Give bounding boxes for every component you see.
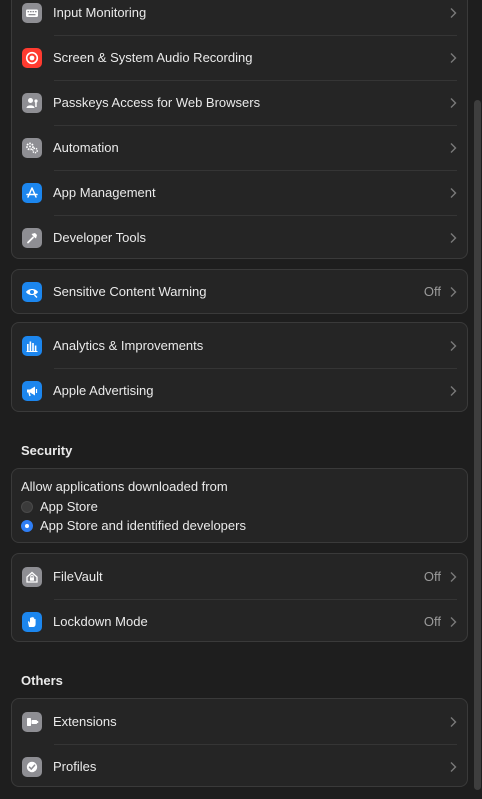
radio-button[interactable] bbox=[21, 519, 33, 532]
privacy-group: Input Monitoring Screen & System Audio R… bbox=[11, 0, 468, 259]
row-label: Apple Advertising bbox=[53, 383, 154, 398]
chevron-right-icon bbox=[449, 716, 457, 728]
row-value: Off bbox=[423, 569, 441, 584]
row-developer-tools[interactable]: Developer Tools bbox=[12, 215, 467, 258]
row-label: Input Monitoring bbox=[53, 5, 147, 20]
keyboard-icon bbox=[22, 2, 42, 23]
row-label: Sensitive Content Warning bbox=[53, 284, 207, 299]
radio-app-store-identified[interactable]: App Store and identified developers bbox=[21, 518, 246, 533]
radio-label: App Store bbox=[40, 499, 98, 514]
row-passkeys-access[interactable]: Passkeys Access for Web Browsers bbox=[12, 80, 467, 125]
row-label: Developer Tools bbox=[53, 230, 146, 245]
row-extensions[interactable]: Extensions bbox=[12, 699, 467, 744]
row-label: Lockdown Mode bbox=[53, 614, 148, 629]
row-label: Automation bbox=[53, 140, 119, 155]
security-section-title: Security bbox=[21, 443, 73, 458]
row-screen-recording[interactable]: Screen & System Audio Recording bbox=[12, 35, 467, 80]
scrollbar[interactable] bbox=[474, 100, 481, 790]
radio-label: App Store and identified developers bbox=[40, 518, 246, 533]
chevron-right-icon bbox=[449, 232, 457, 244]
chevron-right-icon bbox=[449, 340, 457, 352]
row-apple-advertising[interactable]: Apple Advertising bbox=[12, 368, 467, 411]
row-label: App Management bbox=[53, 185, 156, 200]
chevron-right-icon bbox=[449, 616, 457, 628]
chevron-right-icon bbox=[449, 52, 457, 64]
app-store-icon bbox=[22, 182, 42, 203]
row-automation[interactable]: Automation bbox=[12, 125, 467, 170]
chevron-right-icon bbox=[449, 187, 457, 199]
row-profiles[interactable]: Profiles bbox=[12, 744, 467, 786]
bars-icon bbox=[22, 335, 42, 356]
row-filevault[interactable]: FileVault Off bbox=[12, 554, 467, 599]
hand-icon bbox=[22, 611, 42, 632]
row-lockdown-mode[interactable]: Lockdown Mode Off bbox=[12, 599, 467, 641]
others-section-title: Others bbox=[21, 673, 63, 688]
radio-app-store[interactable]: App Store bbox=[21, 499, 98, 514]
gears-icon bbox=[22, 137, 42, 158]
row-value: Off bbox=[423, 284, 441, 299]
chevron-right-icon bbox=[449, 571, 457, 583]
sensitive-content-group: Sensitive Content Warning Off bbox=[11, 269, 468, 314]
security-rows-group: FileVault Off Lockdown Mode Off bbox=[11, 553, 468, 642]
chevron-right-icon bbox=[449, 142, 457, 154]
person-key-icon bbox=[22, 92, 42, 113]
row-sensitive-content-warning[interactable]: Sensitive Content Warning Off bbox=[12, 270, 467, 313]
hammer-icon bbox=[22, 227, 42, 248]
chevron-right-icon bbox=[449, 97, 457, 109]
row-value: Off bbox=[423, 614, 441, 629]
chevron-right-icon bbox=[449, 286, 457, 298]
row-app-management[interactable]: App Management bbox=[12, 170, 467, 215]
record-icon bbox=[22, 47, 42, 68]
row-input-monitoring[interactable]: Input Monitoring bbox=[12, 0, 467, 35]
allow-apps-label: Allow applications downloaded from bbox=[21, 479, 228, 494]
row-label: Analytics & Improvements bbox=[53, 338, 204, 353]
chevron-right-icon bbox=[449, 761, 457, 773]
allow-apps-group: Allow applications downloaded from App S… bbox=[11, 468, 468, 543]
megaphone-icon bbox=[22, 380, 42, 401]
chevron-right-icon bbox=[449, 385, 457, 397]
puzzle-icon bbox=[22, 711, 42, 732]
check-badge-icon bbox=[22, 756, 42, 777]
analytics-group: Analytics & Improvements Apple Advertisi… bbox=[11, 322, 468, 412]
radio-button[interactable] bbox=[21, 500, 33, 513]
row-label: Screen & System Audio Recording bbox=[53, 50, 253, 65]
chevron-right-icon bbox=[449, 7, 457, 19]
house-lock-icon bbox=[22, 566, 42, 587]
row-analytics-improvements[interactable]: Analytics & Improvements bbox=[12, 323, 467, 368]
others-group: Extensions Profiles bbox=[11, 698, 468, 787]
row-label: FileVault bbox=[53, 569, 103, 584]
row-label: Passkeys Access for Web Browsers bbox=[53, 95, 261, 110]
row-label: Extensions bbox=[53, 714, 117, 729]
row-label: Profiles bbox=[53, 759, 97, 774]
eye-icon bbox=[22, 281, 42, 302]
